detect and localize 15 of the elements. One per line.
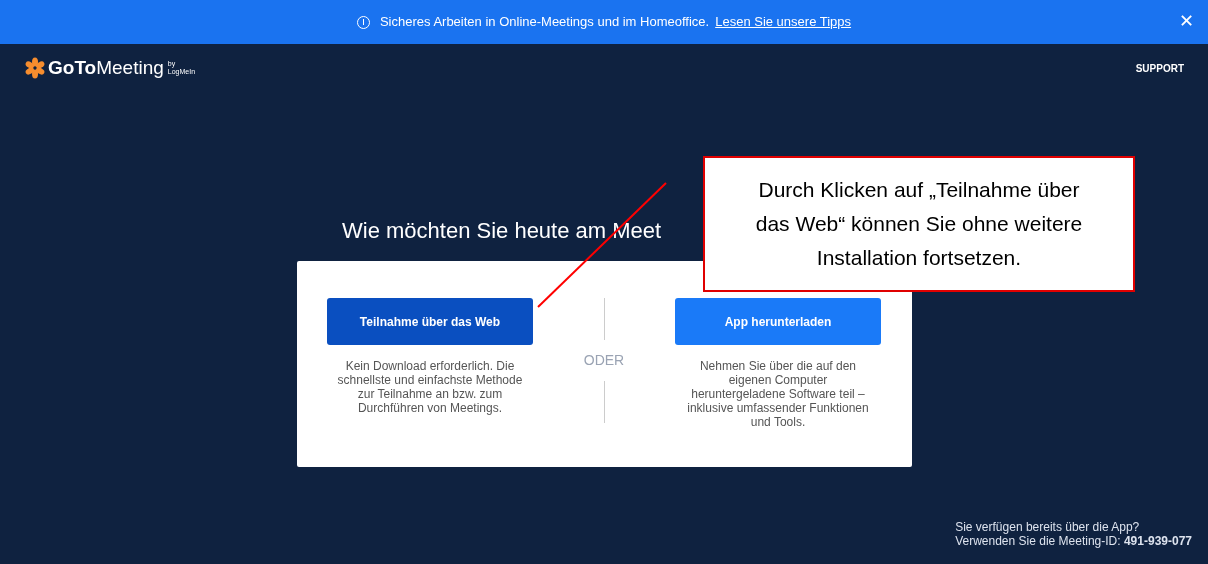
page-heading: Wie möchten Sie heute am Meet <box>342 217 662 245</box>
option-description: Nehmen Sie über die auf den eigenen Computer heruntergeladene Software teil – inklusive umfassender Funktionen und Tools. <box>686 359 870 429</box>
tips-link[interactable]: Lesen Sie unsere Tipps <box>715 12 852 32</box>
option-description: Kein Download erforderlich. Die schnellste und einfachste Methode zur Teilnahme an bzw. zum Durchführen von Meetings. <box>336 359 524 415</box>
close-button[interactable]: ✕ <box>1179 9 1194 33</box>
banner-message: Sicheres Arbeiten in Online-Meetings und im Homeoffice. <box>379 13 710 32</box>
meeting-id-text: Verwenden Sie die Meeting-ID: 491-939-077 <box>955 534 1192 548</box>
logo-text: GoToMeeting <box>48 55 164 80</box>
option-button[interactable]: Teilnahme über das Web <box>327 298 533 345</box>
option-button[interactable]: App herunterladen <box>675 298 881 345</box>
app-question: Sie verfügen bereits über die App? <box>955 520 1141 534</box>
or-separator: ODER <box>583 351 625 370</box>
callout-text: Durch Klicken auf „Teilnahme über das Web“ können Sie ohne weitere Installation fortsetzen. <box>754 177 1084 271</box>
support-link[interactable]: SUPPORT <box>1135 60 1184 76</box>
flower-logo-icon <box>24 57 46 79</box>
